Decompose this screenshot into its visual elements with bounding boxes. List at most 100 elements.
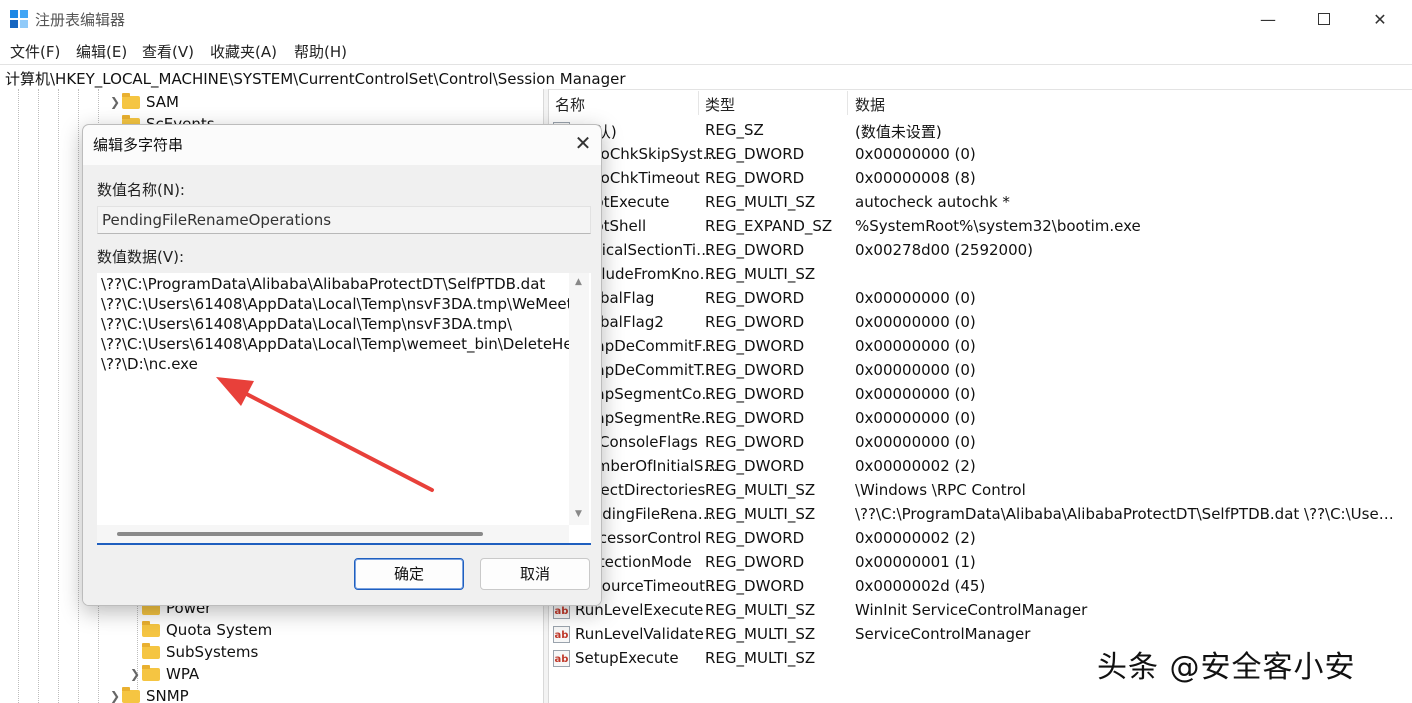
ok-button[interactable]: 确定 bbox=[354, 558, 464, 590]
value-type-cell: REG_DWORD bbox=[705, 409, 805, 427]
tree-item-label: SNMP bbox=[146, 687, 189, 703]
value-row[interactable]: 01ResourceTimeoutCountREG_DWORD0x0000002… bbox=[548, 575, 1412, 599]
close-window-button[interactable]: ✕ bbox=[1352, 0, 1408, 38]
value-row[interactable]: abBootExecuteREG_MULTI_SZautocheck autoc… bbox=[548, 191, 1412, 215]
value-type-cell: REG_DWORD bbox=[705, 361, 805, 379]
value-type-cell: REG_DWORD bbox=[705, 457, 805, 475]
value-type-cell: REG_MULTI_SZ bbox=[705, 625, 816, 643]
tree-item-wpa[interactable]: ❯ WPA bbox=[128, 663, 199, 685]
address-bar[interactable]: 计算机\HKEY_LOCAL_MACHINE\SYSTEM\CurrentCon… bbox=[0, 64, 1412, 90]
value-row[interactable]: abExcludeFromKnownDllsREG_MULTI_SZ bbox=[548, 263, 1412, 287]
value-row[interactable]: 01GlobalFlagREG_DWORD0x00000000 (0) bbox=[548, 287, 1412, 311]
value-data-cell: 0x00000008 (8) bbox=[855, 169, 976, 187]
value-row[interactable]: 01HeapSegmentCommitREG_DWORD0x00000000 (… bbox=[548, 383, 1412, 407]
value-row[interactable]: 01HeapDeCommitFreeBlockThresholdREG_DWOR… bbox=[548, 335, 1412, 359]
menu-view[interactable]: 查看(V) bbox=[142, 41, 194, 62]
chevron-right-icon[interactable]: ❯ bbox=[108, 689, 122, 703]
dialog-close-button[interactable]: ✕ bbox=[569, 129, 597, 157]
values-list-pane[interactable]: 名称 类型 数据 ab(默认)REG_SZ(数值未设置)01AutoChkSki… bbox=[548, 89, 1412, 703]
value-data-cell: 0x00000000 (0) bbox=[855, 433, 976, 451]
value-type-cell: REG_DWORD bbox=[705, 553, 805, 571]
value-type-cell: REG_DWORD bbox=[705, 433, 805, 451]
value-data-line: \??\C:\Users\61408\AppData\Local\Temp\we… bbox=[101, 335, 573, 353]
column-separator[interactable] bbox=[698, 91, 699, 115]
tree-item-label: Quota System bbox=[166, 621, 273, 639]
value-row[interactable]: 01CriticalSectionTimeoutREG_DWORD0x00278… bbox=[548, 239, 1412, 263]
tree-guide-line bbox=[58, 89, 59, 703]
value-data-cell: 0x00000000 (0) bbox=[855, 361, 976, 379]
value-type-cell: REG_DWORD bbox=[705, 529, 805, 547]
value-data-cell: 0x00000000 (0) bbox=[855, 337, 976, 355]
value-data-cell: ServiceControlManager bbox=[855, 625, 1031, 643]
value-row[interactable]: abBootShellREG_EXPAND_SZ%SystemRoot%\sys… bbox=[548, 215, 1412, 239]
menu-edit[interactable]: 编辑(E) bbox=[76, 41, 127, 62]
value-type-cell: REG_EXPAND_SZ bbox=[705, 217, 833, 235]
value-data-cell: 0x00278d00 (2592000) bbox=[855, 241, 1034, 259]
tree-item-quota-system[interactable]: Quota System bbox=[128, 619, 272, 641]
dialog-title: 编辑多字符串 bbox=[93, 136, 184, 154]
value-data-cell: \??\C:\ProgramData\Alibaba\AlibabaProtec… bbox=[855, 505, 1395, 523]
value-name-cell: RunLevelValidate bbox=[575, 625, 704, 643]
value-row[interactable]: 01AutoChkTimeoutREG_DWORD0x00000008 (8) bbox=[548, 167, 1412, 191]
tree-item-label: SAM bbox=[146, 93, 180, 111]
column-separator[interactable] bbox=[847, 91, 848, 115]
value-data-line: \??\C:\ProgramData\Alibaba\AlibabaProtec… bbox=[101, 275, 546, 293]
minimize-icon: — bbox=[1260, 9, 1276, 29]
tree-item-subsystems[interactable]: SubSystems bbox=[128, 641, 258, 663]
value-row[interactable]: abObjectDirectoriesREG_MULTI_SZ\Windows … bbox=[548, 479, 1412, 503]
value-row[interactable]: 01ProcessorControlREG_DWORD0x00000002 (2… bbox=[548, 527, 1412, 551]
menu-help[interactable]: 帮助(H) bbox=[294, 41, 347, 62]
cancel-button[interactable]: 取消 bbox=[480, 558, 590, 590]
chevron-right-icon[interactable]: ❯ bbox=[128, 667, 142, 681]
scrollbar-thumb[interactable] bbox=[117, 532, 483, 536]
column-header-name[interactable]: 名称 bbox=[555, 94, 585, 115]
value-type-cell: REG_MULTI_SZ bbox=[705, 649, 816, 667]
scroll-down-icon[interactable]: ▼ bbox=[575, 509, 582, 519]
value-row[interactable]: 01HeapSegmentReserveREG_DWORD0x00000000 … bbox=[548, 407, 1412, 431]
menu-file[interactable]: 文件(F) bbox=[10, 41, 60, 62]
value-row[interactable]: 01HeapDeCommitTotalFreeThresholdREG_DWOR… bbox=[548, 359, 1412, 383]
minimize-button[interactable]: — bbox=[1240, 0, 1296, 38]
value-data-cell: 0x00000000 (0) bbox=[855, 313, 976, 331]
value-row[interactable]: ab(默认)REG_SZ(数值未设置) bbox=[548, 119, 1412, 143]
column-header-type[interactable]: 类型 bbox=[705, 94, 735, 115]
value-row[interactable]: 01InitConsoleFlagsREG_DWORD0x00000000 (0… bbox=[548, 431, 1412, 455]
chevron-right-icon[interactable]: ❯ bbox=[108, 95, 122, 109]
menu-favorites[interactable]: 收藏夹(A) bbox=[210, 41, 277, 62]
window-title: 注册表编辑器 bbox=[35, 11, 126, 29]
value-row[interactable]: 01GlobalFlag2REG_DWORD0x00000000 (0) bbox=[548, 311, 1412, 335]
scroll-up-icon[interactable]: ▲ bbox=[575, 277, 582, 287]
dialog-body: 数值名称(N): PendingFileRenameOperations 数值数… bbox=[83, 165, 601, 605]
value-name-field[interactable]: PendingFileRenameOperations bbox=[97, 206, 591, 234]
close-icon: ✕ bbox=[1373, 9, 1387, 29]
column-header-data[interactable]: 数据 bbox=[855, 94, 885, 115]
watermark-text: 头条 @安全客小安 bbox=[1097, 650, 1356, 685]
value-type-cell: REG_MULTI_SZ bbox=[705, 601, 816, 619]
list-header: 名称 类型 数据 bbox=[548, 89, 1412, 117]
regedit-app-icon bbox=[10, 10, 28, 28]
value-row[interactable]: 01AutoChkSkipSystemPathsREG_DWORD0x00000… bbox=[548, 143, 1412, 167]
address-path[interactable]: 计算机\HKEY_LOCAL_MACHINE\SYSTEM\CurrentCon… bbox=[5, 68, 626, 89]
value-data-cell: autocheck autochk * bbox=[855, 193, 1010, 211]
string-value-icon: ab bbox=[553, 626, 570, 643]
value-name-cell: SetupExecute bbox=[575, 649, 679, 667]
value-data-label: 数值数据(V): bbox=[97, 248, 185, 266]
value-type-cell: REG_DWORD bbox=[705, 289, 805, 307]
value-row[interactable]: 01ProtectionModeREG_DWORD0x00000001 (1) bbox=[548, 551, 1412, 575]
value-row[interactable]: abPendingFileRenameOperationsREG_MULTI_S… bbox=[548, 503, 1412, 527]
tree-item-sam[interactable]: ❯ SAM bbox=[108, 91, 179, 113]
value-row[interactable]: 01NumberOfInitialSessionsREG_DWORD0x0000… bbox=[548, 455, 1412, 479]
maximize-button[interactable] bbox=[1296, 0, 1352, 38]
tree-guide-line bbox=[78, 89, 79, 703]
value-data-line: \??\D:\nc.exe bbox=[101, 355, 198, 373]
tree-item-snmp[interactable]: ❯ SNMP bbox=[108, 685, 189, 703]
horizontal-scrollbar[interactable] bbox=[97, 525, 569, 543]
vertical-scrollbar[interactable]: ▲ ▼ bbox=[569, 273, 589, 525]
value-type-cell: REG_DWORD bbox=[705, 313, 805, 331]
value-data-cell: WinInit ServiceControlManager bbox=[855, 601, 1088, 619]
value-data-textarea[interactable]: \??\C:\ProgramData\Alibaba\AlibabaProtec… bbox=[97, 273, 591, 545]
value-type-cell: REG_MULTI_SZ bbox=[705, 265, 816, 283]
value-row[interactable]: ab RunLevelExecute REG_MULTI_SZ WinInit Ser… bbox=[548, 599, 1412, 623]
folder-icon bbox=[142, 620, 160, 637]
menu-bar: 文件(F) 编辑(E) 查看(V) 收藏夹(A) 帮助(H) bbox=[0, 38, 1412, 64]
